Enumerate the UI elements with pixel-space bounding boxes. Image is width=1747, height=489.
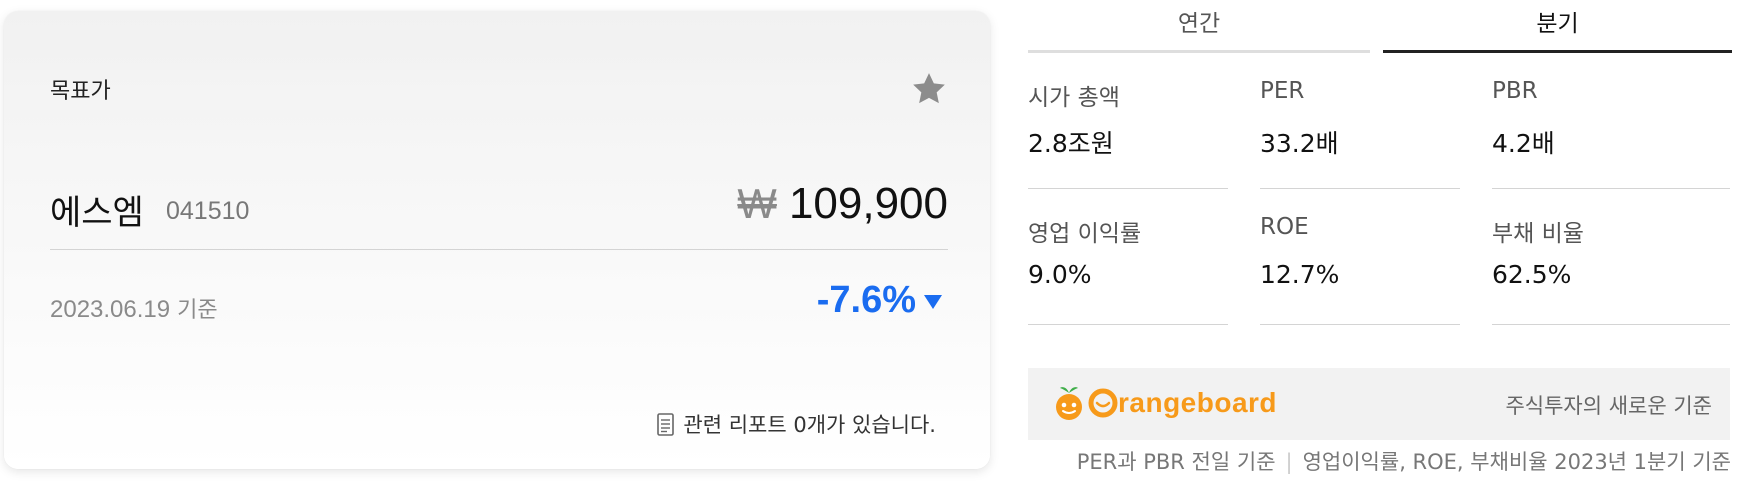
divider: [50, 249, 948, 250]
footnote-left: PER과 PBR 전일 기준: [1076, 450, 1276, 474]
metric-value: 2.8조원: [1028, 129, 1114, 158]
metric-label: 영업 이익률: [1028, 221, 1142, 247]
metric-debt-ratio: 부채 비율 62.5%: [1492, 214, 1730, 325]
metric-roe: ROE 12.7%: [1260, 214, 1460, 325]
metric-value: 62.5%: [1492, 260, 1572, 289]
orangeboard-banner[interactable]: rangeboard 주식투자의 새로운 기준: [1028, 368, 1730, 440]
change-value: -7.6%: [816, 279, 916, 321]
price-value: 109,900: [788, 179, 948, 228]
metric-value: 33.2배: [1260, 129, 1339, 158]
metric-value: 12.7%: [1260, 260, 1340, 289]
metric-operating-margin: 영업 이익률 9.0%: [1028, 214, 1228, 325]
metric-label: 시가 총액: [1028, 85, 1120, 111]
related-reports-link[interactable]: 관련 리포트 0개가 있습니다.: [657, 409, 936, 439]
triangle-down-icon: [924, 294, 942, 309]
footnote-right: 영업이익률, ROE, 부채비율 2023년 1분기 기준: [1302, 450, 1731, 474]
period-tabs: 연간 분기: [1028, 0, 1732, 53]
currency-symbol: ₩: [737, 180, 777, 227]
data-footnote: PER과 PBR 전일 기준 | 영업이익률, ROE, 부채비율 2023년 1분…: [1077, 446, 1731, 476]
brand-logo: rangeboard: [1052, 384, 1277, 422]
metric-label: PER: [1260, 78, 1305, 104]
metric-label: PBR: [1492, 78, 1538, 104]
date-value: 2023.06.19: [50, 296, 171, 323]
metric-market-cap: 시가 총액 2.8조원: [1028, 78, 1228, 189]
logo-o-icon: [1088, 388, 1118, 418]
stock-row: 에스엠 041510 ₩109,900: [50, 179, 948, 239]
star-icon[interactable]: [909, 69, 949, 109]
card-title: 목표가: [50, 79, 111, 104]
orange-icon: [1056, 387, 1082, 420]
brand-text: rangeboard: [1118, 387, 1278, 418]
metric-label: ROE: [1260, 214, 1309, 240]
stock-code: 041510: [166, 197, 250, 225]
metric-value: 4.2배: [1492, 129, 1555, 158]
footnote-separator: |: [1285, 450, 1293, 474]
document-icon: [657, 412, 675, 436]
tab-annual[interactable]: 연간: [1028, 0, 1370, 53]
metric-pbr: PBR 4.2배: [1492, 78, 1730, 189]
metric-label: 부채 비율: [1492, 221, 1584, 247]
reports-text: 관련 리포트 0개가 있습니다.: [683, 413, 936, 437]
price-change: -7.6%: [817, 279, 942, 322]
stock-name[interactable]: 에스엠: [50, 185, 144, 234]
date-suffix: 기준: [177, 298, 218, 323]
reference-date: 2023.06.19 기준: [50, 292, 218, 324]
target-price-card: 목표가 에스엠 041510 ₩109,900 2023.06.19 기준 -7…: [4, 11, 990, 469]
metric-per: PER 33.2배: [1260, 78, 1460, 189]
banner-tagline: 주식투자의 새로운 기준: [1505, 394, 1712, 418]
metric-value: 9.0%: [1028, 260, 1092, 289]
tab-quarterly[interactable]: 분기: [1383, 0, 1732, 53]
target-price: ₩109,900: [737, 179, 948, 229]
